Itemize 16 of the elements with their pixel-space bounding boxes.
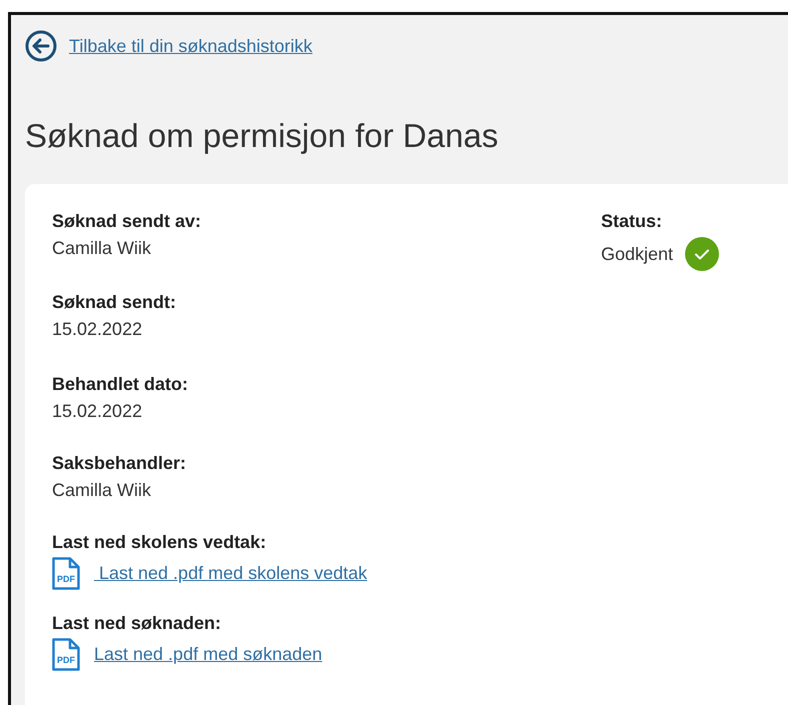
pdf-download-link[interactable]: Last ned .pdf med skolens vedtak [94,562,368,584]
field-label: Søknad sendt av: [52,210,202,232]
field-label: Last ned skolens vedtak: [52,530,268,553]
status-value: Godkjent [601,242,674,265]
field-label: Last ned søknaden: [52,612,222,634]
field-label: Saksbehandler: [52,452,188,474]
field-value: 15.02.2022 [52,400,144,422]
field-value: Camilla Wiik [52,236,152,259]
field-value: Camilla Wiik [52,478,152,501]
pdf-download-link[interactable]: Last ned .pdf med søknaden [94,644,322,665]
field-label: Søknad sendt: [52,290,178,313]
field-label: Behandlet dato: [52,372,190,395]
back-link[interactable]: Tilbake til din søknadshistorikk [69,36,312,56]
page-title: Søknad om permisjon for Danas [25,116,500,156]
field-value: 15.02.2022 [52,318,144,340]
status-label: Status: [601,210,664,232]
